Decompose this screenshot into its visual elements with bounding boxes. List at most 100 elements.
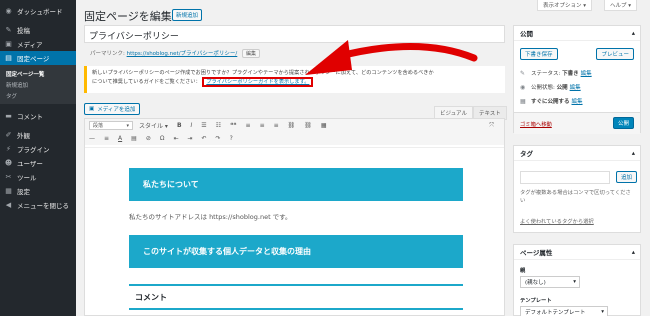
menu-label: ツール [17, 174, 37, 182]
menu-label: メニューを閉じる [17, 202, 69, 210]
text-color-button[interactable]: A [118, 135, 122, 142]
fullscreen-icon[interactable]: ⤧ [489, 122, 494, 130]
align-left-button[interactable]: ≡ [246, 122, 251, 129]
menu-label: 固定ページ [17, 55, 50, 63]
quote-button[interactable]: ❝❝ [230, 122, 236, 129]
page-attributes-header[interactable]: ページ属性 ▴ [514, 245, 640, 260]
italic-button[interactable]: I [191, 122, 193, 129]
screen-options-button[interactable]: 表示オプション ▾ [537, 0, 593, 11]
editor: 段落 ▾ スタイル ▾ B I ☰ ☷ ❝❝ ≡ ≡ ≡ ⛓ ⛓ ▦ ⤧ — ≡ … [84, 118, 505, 316]
outdent-button[interactable]: ⇤ [173, 135, 178, 142]
caret-up-icon: ▴ [631, 248, 635, 256]
popular-tags-link[interactable]: よく使われているタグから選択 [520, 217, 594, 225]
tag-input[interactable] [520, 171, 610, 184]
bold-button[interactable]: B [177, 122, 182, 129]
parent-value: (親なし) [525, 280, 546, 286]
heading-block: 私たちについて [129, 168, 463, 201]
template-select[interactable]: デフォルトテンプレート ▾ [520, 306, 608, 316]
help-icon[interactable]: ? [230, 135, 233, 142]
title-input[interactable]: プライバシーポリシー [84, 25, 505, 43]
chevron-down-icon: ▾ [573, 279, 576, 285]
tag-add-button[interactable]: 追加 [616, 171, 638, 183]
schedule-edit-link[interactable]: 編集 [572, 97, 583, 105]
heading-block-bordered: コメント [129, 284, 463, 310]
menu-media[interactable]: ▣ メディア [0, 37, 76, 51]
menu-users[interactable]: ☻ ユーザー [0, 156, 76, 170]
menu-collapse[interactable]: ◀ メニューを閉じる [0, 198, 76, 212]
menu-dashboard[interactable]: ◉ ダッシュボード [0, 4, 76, 18]
settings-icon: ▦ [5, 187, 12, 195]
menu-appearance[interactable]: ✐ 外観 [0, 128, 76, 142]
publish-box-header[interactable]: 公開 ▴ [514, 26, 640, 41]
tags-box-header[interactable]: タグ ▴ [514, 146, 640, 161]
format-value: 段落 [93, 123, 104, 129]
numbered-list-button[interactable]: ☷ [216, 122, 221, 129]
menu-posts[interactable]: ✎ 投稿 [0, 23, 76, 37]
add-new-button[interactable]: 新規追加 [172, 9, 203, 21]
heading-block: このサイトが収集する個人データと収集の理由 [129, 235, 463, 268]
hr-button[interactable]: — [89, 135, 95, 142]
menu-tools[interactable]: ✂ ツール [0, 170, 76, 184]
menu-comments[interactable]: ▬ コメント [0, 109, 76, 123]
submenu-all-pages[interactable]: 固定ページ一覧 [0, 68, 76, 79]
menu-label: 投稿 [17, 27, 30, 35]
menu-label: ダッシュボード [17, 8, 63, 16]
submenu-tags[interactable]: タグ [0, 90, 76, 101]
visibility-row: ◉ 公開状態: 公開 編集 [520, 83, 581, 92]
parent-select[interactable]: (親なし) ▾ [520, 276, 580, 288]
tags-box: タグ ▴ 追加 タグが複数ある場合はコンマで区切ってください よく使われているタグ… [513, 145, 641, 233]
visibility-edit-link[interactable]: 編集 [570, 83, 581, 91]
link-button[interactable]: ⛓ [288, 122, 296, 129]
status-edit-link[interactable]: 編集 [581, 69, 592, 77]
schedule-label: すぐに公開する [531, 99, 570, 105]
collapse-icon: ◀ [5, 201, 12, 209]
schedule-row: ▦ すぐに公開する 編集 [520, 97, 583, 106]
align-right-button[interactable]: ≡ [274, 122, 279, 129]
editor-content[interactable]: 私たちについて 私たちのサイトアドレスは https://shoblog.net… [85, 147, 504, 315]
menu-plugins[interactable]: ⚡ プラグイン [0, 142, 76, 156]
unlink-button[interactable]: ⛓ [304, 122, 312, 129]
preview-button[interactable]: プレビュー [596, 48, 634, 60]
pin-icon: ✎ [520, 69, 526, 77]
media-icon: ▣ [5, 40, 12, 48]
save-draft-button[interactable]: 下書き保存 [520, 48, 558, 60]
page-title: 固定ページを編集 [84, 10, 172, 23]
paste-text-button[interactable]: ▤ [131, 135, 137, 142]
calendar-icon: ▦ [520, 97, 526, 105]
clear-format-button[interactable]: ⊘ [146, 135, 151, 142]
paragraph: 私たちのサイトアドレスは https://shoblog.net です。 [129, 213, 292, 221]
menu-settings[interactable]: ▦ 設定 [0, 184, 76, 198]
toolbar-row-2: — ≡ A ▤ ⊘ Ω ⇤ ⇥ ↶ ↷ ? [85, 132, 504, 145]
align-center-button[interactable]: ≡ [260, 122, 265, 129]
align-justify-button[interactable]: ≡ [104, 135, 109, 142]
help-button[interactable]: ヘルプ ▾ [604, 0, 638, 11]
dashboard-icon: ◉ [5, 7, 12, 15]
format-select[interactable]: 段落 ▾ [89, 121, 133, 130]
trash-link[interactable]: ゴミ箱へ移動 [520, 120, 552, 128]
chevron-down-icon: ▾ [601, 309, 604, 315]
redo-button[interactable]: ↷ [216, 135, 221, 142]
menu-pages[interactable]: ▤ 固定ページ [0, 51, 76, 65]
publish-box: 公開 ▴ 下書き保存 プレビュー ✎ ステータス: 下書き 編集 ◉ 公開状態: 公開編… [513, 25, 641, 134]
caret-up-icon: ▴ [631, 29, 635, 37]
page-icon: ▤ [5, 54, 12, 62]
undo-button[interactable]: ↶ [202, 135, 207, 142]
indent-button[interactable]: ⇥ [187, 135, 192, 142]
tags-hint: タグが複数ある場合はコンマで区切ってください [520, 190, 631, 204]
publish-button[interactable]: 公開 [612, 117, 634, 129]
bullet-list-button[interactable]: ☰ [201, 122, 206, 129]
style-select[interactable]: スタイル ▾ [139, 121, 168, 130]
submenu-add-new[interactable]: 新規追加 [0, 79, 76, 90]
template-value: デフォルトテンプレート [525, 310, 586, 316]
notice-text-2: について推奨しているガイドをご覧ください： [92, 79, 201, 85]
parent-label: 親 [520, 268, 526, 274]
add-media-button[interactable]: ▣ メディアを追加 [84, 103, 141, 115]
permalink-edit-button[interactable]: 編集 [242, 49, 261, 58]
template-label: テンプレート [520, 298, 552, 304]
menu-label: ユーザー [17, 160, 43, 168]
special-char-button[interactable]: Ω [160, 135, 165, 142]
comment-icon: ▬ [5, 112, 12, 120]
toolbar-toggle-button[interactable]: ▦ [321, 122, 327, 129]
privacy-guide-link[interactable]: プライバシーポリシーガイドを表示します。 [202, 77, 314, 87]
permalink-url[interactable]: https://shoblog.net/プライバシーポリシー/ [127, 51, 238, 57]
